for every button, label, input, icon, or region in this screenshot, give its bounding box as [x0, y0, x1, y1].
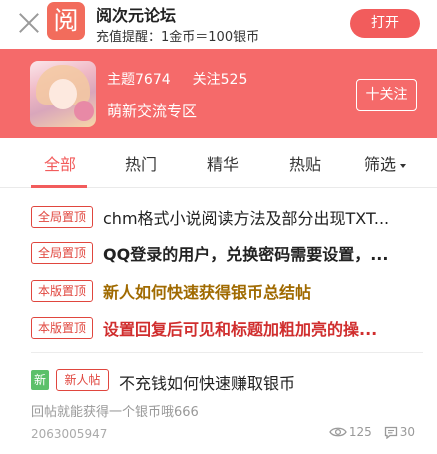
- pinned-item[interactable]: 本版置顶 设置回复后可见和标题加粗加亮的操...: [31, 315, 431, 341]
- pin-title: QQ登录的用户，兑换密码需要设置，...: [103, 245, 389, 264]
- caret-down-icon: [400, 163, 407, 168]
- pinned-item[interactable]: 全局置顶 QQ登录的用户，兑换密码需要设置，...: [31, 240, 431, 266]
- active-tab-indicator: [31, 185, 87, 188]
- pin-title: chm格式小说阅读方法及部分出现TXT...: [103, 209, 390, 228]
- tab-filter[interactable]: 筛选: [364, 151, 407, 175]
- divider: [31, 352, 423, 353]
- tab-essence[interactable]: 精华: [207, 151, 239, 175]
- comment-icon: [384, 426, 397, 439]
- forum-avatar: [30, 61, 96, 127]
- follow-button[interactable]: 十关注: [356, 79, 417, 111]
- pin-tag: 全局置顶: [31, 206, 93, 228]
- post-excerpt: 回帖就能获得一个银币哦666: [31, 405, 199, 420]
- tab-hot-posts[interactable]: 热贴: [289, 151, 321, 175]
- tab-all[interactable]: 全部: [44, 151, 76, 175]
- pin-title: 设置回复后可见和标题加粗加亮的操...: [103, 320, 378, 339]
- pin-title: 新人如何快速获得银币总结帖: [103, 283, 312, 302]
- pinned-item[interactable]: 本版置顶 新人如何快速获得银币总结帖: [31, 278, 431, 304]
- post-title: 不充钱如何快速赚取银币: [119, 374, 296, 393]
- app-logo: 阅: [47, 2, 85, 40]
- topic-count: 主题7674: [107, 72, 171, 88]
- tab-hot[interactable]: 热门: [125, 151, 157, 175]
- reply-count: 30: [399, 425, 415, 439]
- app-banner: 阅 阅次元论坛 充值提醒：1金币＝100银币 打开: [0, 0, 437, 49]
- newbie-post-badge: 新人帖: [56, 369, 109, 391]
- forum-stats: 主题7674 关注525: [107, 69, 247, 89]
- pin-tag: 本版置顶: [31, 317, 93, 339]
- post-author: 2063005947: [31, 427, 108, 441]
- follow-count: 关注525: [192, 72, 248, 88]
- open-app-button[interactable]: 打开: [350, 9, 420, 38]
- eye-icon: [329, 427, 347, 437]
- view-count: 125: [348, 425, 372, 439]
- tab-filter-label: 筛选: [364, 155, 397, 174]
- forum-header: 主题7674 关注525 萌新交流专区 十关注: [0, 49, 437, 138]
- pin-tag: 全局置顶: [31, 242, 93, 264]
- pinned-item[interactable]: 全局置顶 chm格式小说阅读方法及部分出现TXT...: [31, 204, 431, 230]
- post-item[interactable]: 新 新人帖 不充钱如何快速赚取银币 回帖就能获得一个银币哦666 2063005…: [0, 365, 437, 454]
- post-meta: 125 30: [329, 425, 415, 439]
- close-icon[interactable]: [18, 12, 40, 34]
- tab-bar: 全部 热门 精华 热贴 筛选: [0, 138, 437, 188]
- app-subtitle: 充值提醒：1金币＝100银币: [96, 30, 260, 45]
- app-name: 阅次元论坛: [96, 6, 177, 25]
- new-badge: 新: [31, 370, 49, 390]
- forum-name: 萌新交流专区: [107, 102, 198, 120]
- pin-tag: 本版置顶: [31, 280, 93, 302]
